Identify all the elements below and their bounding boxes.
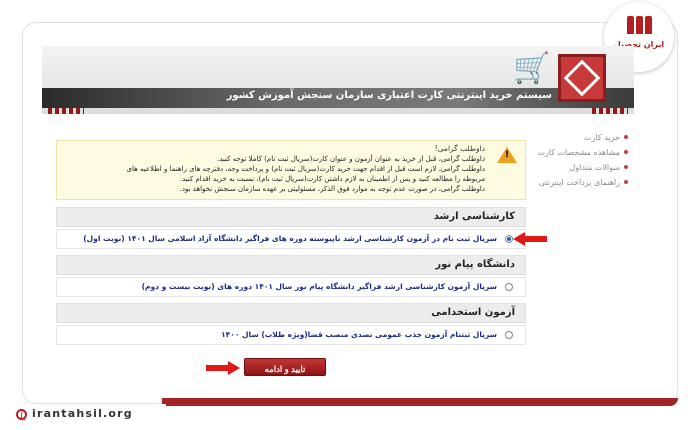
section-title: آزمون استخدامی bbox=[431, 307, 515, 318]
option-radio[interactable] bbox=[505, 331, 513, 339]
option-row-employment[interactable]: سریال ثبتنام آزمون جذب عمومی تصدی منصب ق… bbox=[56, 325, 526, 345]
section-header-payame-noor: دانشگاه پیام نور bbox=[56, 255, 526, 275]
confirm-continue-button[interactable]: تایید و ادامه bbox=[244, 358, 326, 376]
option-label[interactable]: سریال ثبت نام در آزمون کارشناسی ارشد ناپ… bbox=[83, 234, 497, 243]
option-row-masters[interactable]: سریال ثبت نام در آزمون کارشناسی ارشد ناپ… bbox=[56, 229, 526, 249]
notice-box: ! داوطلب گرامی! داوطلب گرامی، قبل از خری… bbox=[56, 140, 526, 200]
warning-icon: ! bbox=[497, 147, 517, 163]
red-arrow-right-icon bbox=[206, 361, 240, 375]
option-label[interactable]: سریال آزمون کارشناسی ارشد فراگیر دانشگاه… bbox=[142, 282, 497, 291]
option-radio[interactable] bbox=[505, 283, 513, 291]
red-arrow-left-icon bbox=[513, 232, 547, 246]
section-header-masters: کارشناسی ارشد bbox=[56, 207, 526, 227]
notice-title: داوطلب گرامی! bbox=[434, 144, 485, 153]
ornament-left bbox=[48, 108, 84, 114]
option-row-payame-noor[interactable]: سریال آزمون کارشناسی ارشد فراگیر دانشگاه… bbox=[56, 277, 526, 297]
notice-line: مربوطه را مطالعه کنید و پس از اطمینان به… bbox=[179, 175, 485, 183]
sidebar-item-payment-guide[interactable]: راهنمای پرداخت اینترنتی bbox=[536, 175, 628, 190]
footer-url-text: irantahsil.org bbox=[32, 407, 133, 420]
footer-band bbox=[162, 398, 678, 406]
section-title: دانشگاه پیام نور bbox=[435, 259, 515, 270]
globe-icon bbox=[16, 409, 27, 421]
header-title: سیستم خرید اینترنتی کارت اعتباری سازمان … bbox=[226, 90, 552, 101]
notice-line: داوطلب گرامی، در صورت عدم توجه به موارد … bbox=[179, 185, 485, 193]
sidebar-item-buy-card[interactable]: خرید کارت bbox=[536, 130, 628, 145]
footer-url: irantahsil.org bbox=[16, 404, 166, 426]
sanjesh-logo-icon bbox=[558, 54, 606, 102]
cart-icon: 🛒 bbox=[513, 51, 551, 86]
ornament-right bbox=[592, 108, 628, 114]
section-header-employment: آزمون استخدامی bbox=[56, 303, 526, 323]
book-logo-icon bbox=[621, 16, 657, 36]
sidebar-item-view-card[interactable]: مشاهده مشخصات کارت bbox=[536, 145, 628, 160]
option-radio-checked[interactable] bbox=[505, 235, 513, 243]
section-title: کارشناسی ارشد bbox=[433, 211, 515, 222]
notice-line: داوطلب گرامی، لازم است قبل از اقدام جهت … bbox=[126, 165, 485, 173]
notice-line: داوطلب گرامی، قبل از خرید به عنوان آزمون… bbox=[217, 155, 485, 163]
option-label[interactable]: سریال ثبتنام آزمون جذب عمومی تصدی منصب ق… bbox=[221, 330, 497, 339]
site-header: 🛒 سیستم خرید اینترنتی کارت اعتباری سازما… bbox=[42, 46, 634, 114]
sidebar-item-faq[interactable]: سوالات متداول bbox=[536, 160, 628, 175]
sidebar-menu: خرید کارت مشاهده مشخصات کارت سوالات متدا… bbox=[536, 130, 628, 190]
